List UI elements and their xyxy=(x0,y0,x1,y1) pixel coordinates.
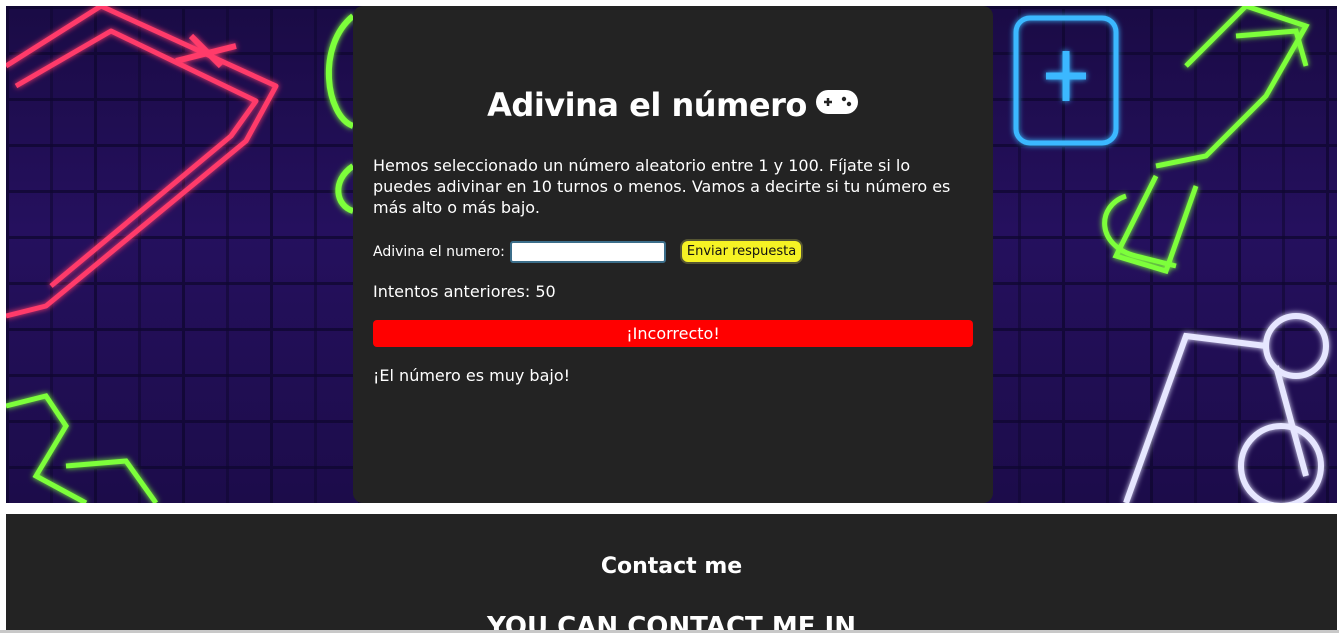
neon-controller-white-icon xyxy=(1123,313,1329,503)
game-card: Adivina el número Hemos seleccionado un … xyxy=(353,6,993,503)
neon-green-bottom-left-icon xyxy=(6,393,159,503)
neon-green-arc-icon xyxy=(325,13,355,214)
hint-text: ¡El número es muy bajo! xyxy=(373,366,571,385)
neon-gameboy-icon xyxy=(6,6,279,319)
neon-joystick-green-icon xyxy=(1102,6,1310,275)
guess-input[interactable] xyxy=(509,240,666,263)
result-message: ¡Incorrecto! xyxy=(373,320,973,347)
title-text: Adivina el número xyxy=(487,86,807,124)
gamepad-icon xyxy=(815,85,859,123)
footer-contact-section: Contact me YOU CAN CONTACT ME IN xyxy=(6,514,1337,633)
guess-label: Adivina el numero: xyxy=(373,243,505,260)
footer-title: Contact me xyxy=(600,554,743,579)
previous-attempts-text: Intentos anteriores: 50 xyxy=(373,282,556,301)
neon-plus-box-icon xyxy=(1013,15,1119,146)
submit-guess-button[interactable]: Enviar respuesta xyxy=(679,239,804,264)
game-intro-text: Hemos seleccionado un número aleatorio e… xyxy=(373,156,951,217)
page-title: Adivina el número xyxy=(353,86,993,126)
guess-form: Adivina el numero: Enviar respuesta xyxy=(373,239,804,264)
